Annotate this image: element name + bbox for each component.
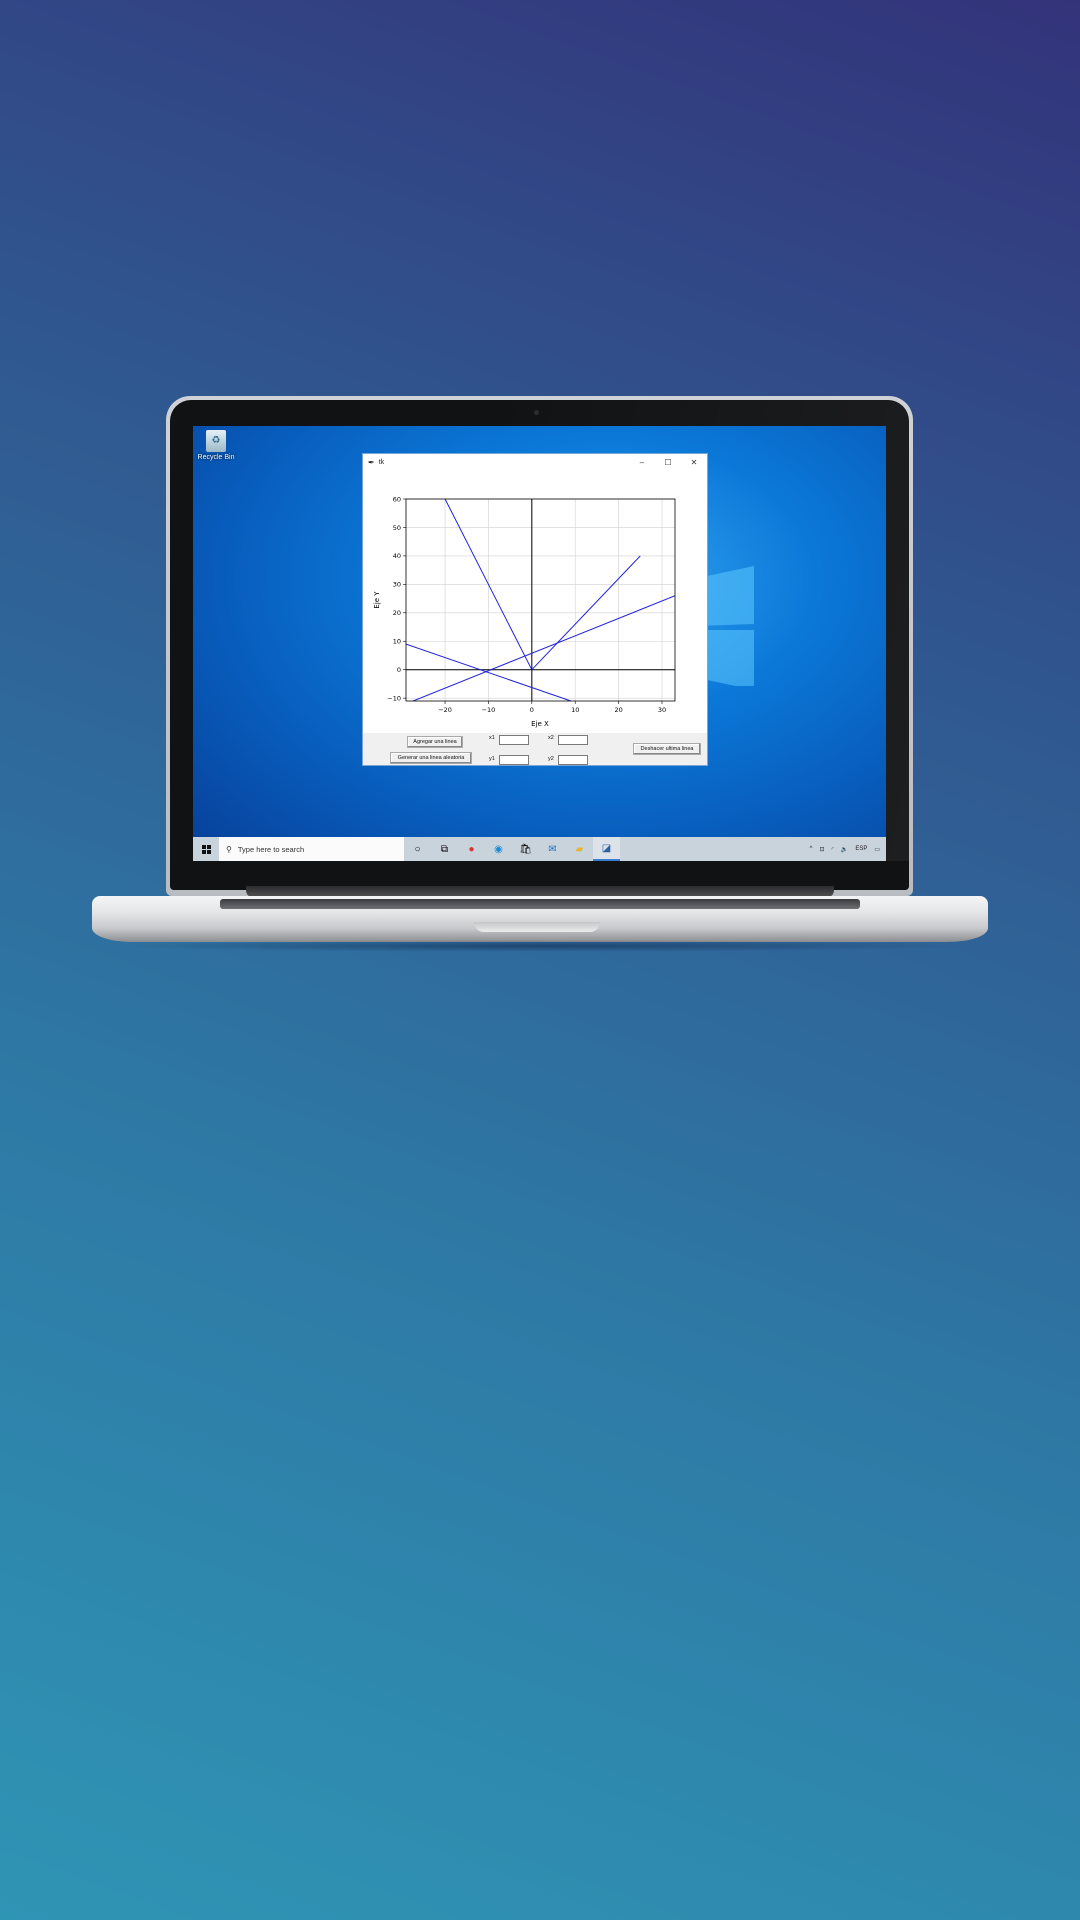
minimize-button[interactable]: –	[629, 454, 655, 470]
y-tick-label: 40	[393, 552, 401, 560]
opening-notch	[474, 922, 600, 932]
tk-window: ✒ tk – ☐ ✕ −20 −10 0 10 20 30 −10 0 10 20 30 40 50 60…	[362, 453, 708, 766]
y-tick-label: 20	[393, 609, 401, 617]
window-titlebar[interactable]: ✒ tk – ☐ ✕	[363, 454, 707, 470]
taskbar: ⚲ Type here to search ○ ⧉ ● ◉ 🛍 ✉ ▰ ◪ ^ …	[193, 837, 886, 861]
y-tick-label: 50	[393, 524, 401, 532]
x-tick-label: −20	[438, 706, 452, 714]
feather-icon: ✒	[368, 457, 375, 467]
python-app-icon[interactable]: ◪	[593, 837, 620, 861]
x-tick-label: 10	[571, 706, 579, 714]
laptop-shadow	[110, 940, 970, 952]
maximize-button[interactable]: ☐	[655, 454, 681, 470]
file-explorer-icon[interactable]: ▰	[566, 837, 593, 861]
x2-input[interactable]	[558, 735, 588, 745]
y-tick-label: 10	[393, 638, 401, 646]
random-line-button[interactable]: Generar una linea aleatoria	[390, 752, 472, 764]
close-button[interactable]: ✕	[681, 454, 707, 470]
recycle-bin-icon: ♻	[206, 430, 226, 452]
search-icon: ⚲	[226, 844, 232, 854]
chart-series	[406, 499, 675, 701]
chevron-up-icon[interactable]: ^	[810, 846, 813, 852]
webcam	[534, 410, 539, 415]
y-tick-label: −10	[387, 694, 401, 702]
window-title: tk	[378, 458, 385, 466]
y-axis-label: Eje Y	[373, 591, 381, 609]
series-line-3	[411, 595, 675, 701]
plot-frame	[405, 498, 676, 702]
x-tick-label: 0	[530, 706, 534, 714]
desktop-icon-label: Recycle Bin	[197, 454, 235, 461]
y1-input[interactable]	[499, 755, 529, 765]
notification-icon[interactable]: ▭	[874, 846, 880, 853]
x-tick-label: 20	[614, 706, 622, 714]
volume-icon[interactable]: 🔈	[841, 846, 848, 853]
line-chart: −20 −10 0 10 20 30 −10 0 10 20 30 40 50 60 Eje X Eje …	[373, 495, 676, 728]
cortana-icon[interactable]: ○	[404, 837, 431, 861]
desktop-icon-recycle-bin[interactable]: ♻ Recycle Bin	[197, 430, 235, 461]
add-line-button[interactable]: Agregar una linea	[407, 736, 463, 748]
x2-label: x2	[548, 735, 554, 741]
y2-input[interactable]	[558, 755, 588, 765]
x-tick-label: 30	[658, 706, 666, 714]
plot-area: −20 −10 0 10 20 30 −10 0 10 20 30 40 50 60 Eje X Eje …	[363, 470, 707, 733]
system-tray: ^ ⊡ ◜ 🔈 ESP ▭	[810, 837, 880, 861]
network-icon[interactable]: ⊡	[819, 846, 824, 853]
language-indicator[interactable]: ESP	[855, 846, 867, 852]
x1-input[interactable]	[499, 735, 529, 745]
windows-start-icon	[201, 844, 211, 854]
x-tick-label: −10	[482, 706, 496, 714]
undo-line-button[interactable]: Deshacer ultima linea	[633, 743, 701, 755]
y1-label: y1	[489, 756, 495, 762]
task-view-icon[interactable]: ⧉	[431, 837, 458, 861]
y-tick-label: 60	[393, 495, 401, 503]
x1-label: x1	[489, 735, 495, 741]
chart-axes	[406, 499, 675, 701]
desktop-screen: ♻ Recycle Bin ✒ tk – ☐ ✕ −20 −10 0 10 20 30 −1…	[193, 426, 886, 861]
y-tick-label: 0	[397, 666, 401, 674]
taskbar-search[interactable]: ⚲ Type here to search	[219, 837, 404, 861]
y-tick-label: 30	[393, 581, 401, 589]
mail-icon[interactable]: ✉	[539, 837, 566, 861]
search-placeholder: Type here to search	[237, 844, 305, 854]
chrome-icon[interactable]: ●	[458, 837, 485, 861]
edge-icon[interactable]: ◉	[485, 837, 512, 861]
wifi-icon[interactable]: ◜	[832, 846, 834, 853]
start-button[interactable]	[193, 837, 219, 861]
y2-label: y2	[548, 756, 554, 762]
x-axis-label: Eje X	[531, 720, 549, 728]
store-icon[interactable]: 🛍	[512, 837, 539, 861]
chart-grid	[406, 498, 675, 701]
controls-panel: Agregar una linea Generar una linea alea…	[363, 733, 707, 765]
keyboard-edge	[220, 899, 860, 909]
chart-ticks: −20 −10 0 10 20 30 −10 0 10 20 30 40 50 60	[387, 495, 666, 714]
